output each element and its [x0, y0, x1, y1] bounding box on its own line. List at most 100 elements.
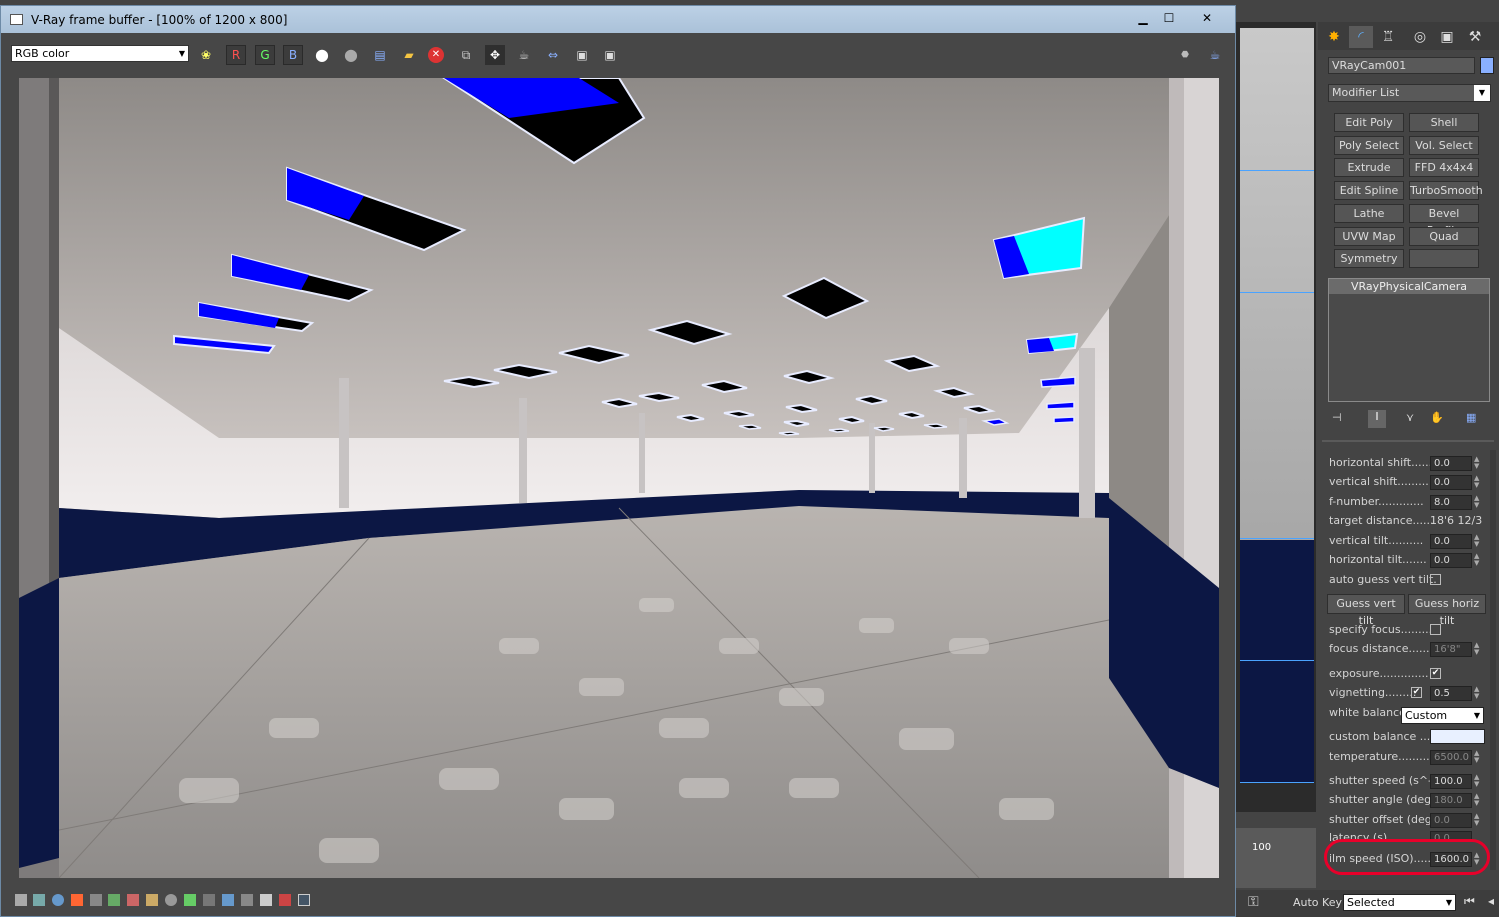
spinner-arrows-icon[interactable]: ▲ ▼	[1474, 813, 1484, 828]
horizontal-shift-input[interactable]: 0.0	[1430, 456, 1472, 471]
history-b-icon[interactable]: ▣	[600, 45, 620, 65]
stereo-icon[interactable]	[279, 894, 291, 906]
modifier-list-select[interactable]: Modifier List ▼	[1328, 84, 1491, 102]
panel-scrollbar[interactable]	[1490, 450, 1496, 870]
minimize-icon[interactable]: ▁	[1130, 9, 1156, 27]
create-tab-icon[interactable]: ✸	[1322, 26, 1346, 48]
vertical-shift-input[interactable]: 0.0	[1430, 475, 1472, 490]
color-channels-icon[interactable]: ❀	[196, 45, 216, 65]
icc-icon[interactable]	[241, 894, 253, 906]
guess-horiz-tilt-button[interactable]: Guess horiz tilt	[1408, 594, 1486, 627]
utilities-tab-icon[interactable]: ⚒	[1463, 26, 1487, 48]
lens-effects-icon[interactable]	[146, 894, 158, 906]
color-clamp-icon[interactable]	[71, 894, 83, 906]
horizontal-tilt-input[interactable]: 0.0	[1430, 553, 1472, 568]
pin-stack-icon[interactable]: ⊣	[1332, 411, 1342, 424]
link-to-render-icon[interactable]: ⇔	[543, 45, 563, 65]
alpha-channel-icon[interactable]: ●	[312, 45, 332, 65]
display-tab-icon[interactable]: ▣	[1435, 26, 1459, 48]
show-corrections-icon[interactable]	[15, 894, 27, 906]
mod-quad-chamfer-button[interactable]: Quad Chamfer	[1409, 227, 1479, 260]
render-image[interactable]	[19, 78, 1219, 878]
specify-focus-checkbox[interactable]	[1430, 624, 1441, 635]
spinner-arrows-icon[interactable]: ▲ ▼	[1474, 456, 1484, 471]
stop-render-icon[interactable]: ⬣	[1175, 45, 1195, 65]
mod-shell-button[interactable]: Shell	[1409, 113, 1479, 132]
pixel-info-icon[interactable]	[52, 894, 64, 906]
modifier-stack-item[interactable]: VRayPhysicalCamera	[1329, 279, 1489, 294]
temperature-input[interactable]: 6500.0	[1430, 750, 1472, 765]
spinner-arrows-icon[interactable]: ▲ ▼	[1474, 534, 1484, 549]
background-image-icon[interactable]	[184, 894, 196, 906]
spinner-arrows-icon[interactable]: ▲ ▼	[1474, 793, 1484, 808]
auto-key-button[interactable]: Auto Key	[1293, 896, 1342, 909]
spinner-arrows-icon[interactable]: ▲ ▼	[1474, 774, 1484, 789]
spinner-arrows-icon[interactable]: ▲ ▼	[1474, 495, 1484, 510]
render-region-icon[interactable]: ☕	[514, 45, 534, 65]
mod-extrude-button[interactable]: Extrude	[1334, 158, 1404, 177]
spinner-arrows-icon[interactable]: ▲ ▼	[1474, 686, 1484, 701]
duplicate-to-max-fb-icon[interactable]: ⧉	[456, 45, 476, 65]
color-balance-icon[interactable]	[127, 894, 139, 906]
track-mouse-icon[interactable]: ✥	[485, 45, 505, 65]
exposure-checkbox[interactable]: ✔	[1430, 668, 1441, 679]
red-channel-button[interactable]: R	[226, 45, 246, 65]
monochrome-icon[interactable]: ●	[341, 45, 361, 65]
shutter-offset-input[interactable]: 0.0	[1430, 813, 1472, 828]
mod-bevel-profile-button[interactable]: Bevel Profile	[1409, 204, 1479, 237]
load-image-icon[interactable]: ▰	[399, 45, 419, 65]
curves-icon[interactable]	[108, 894, 120, 906]
vignetting-input[interactable]: 0.5	[1430, 686, 1472, 701]
channel-select[interactable]: RGB color ▼	[11, 45, 189, 62]
mod-uvw-map-button[interactable]: UVW Map	[1334, 227, 1404, 246]
auto-guess-checkbox[interactable]	[1430, 574, 1441, 585]
shutter-speed-input[interactable]: 100.0	[1430, 774, 1472, 789]
history-a-icon[interactable]: ▣	[572, 45, 592, 65]
prev-frame-icon[interactable]: ◂	[1488, 894, 1494, 908]
object-color-swatch[interactable]	[1480, 57, 1494, 74]
make-unique-icon[interactable]: ⋎	[1406, 411, 1414, 424]
mod-vol-select-button[interactable]: Vol. Select	[1409, 136, 1479, 155]
green-channel-button[interactable]: G	[255, 45, 275, 65]
ocio-icon[interactable]	[222, 894, 234, 906]
maximize-icon[interactable]: ☐	[1156, 9, 1182, 27]
vfb-title-bar[interactable]: V-Ray frame buffer - [100% of 1200 x 800…	[1, 6, 1235, 33]
goto-start-icon[interactable]: ⏮	[1464, 894, 1475, 909]
close-icon[interactable]: ✕	[1185, 9, 1229, 27]
mod-ffd-button[interactable]: FFD 4x4x4	[1409, 158, 1479, 177]
modify-tab-icon[interactable]: ◜	[1349, 26, 1373, 48]
render-teapot-icon[interactable]: ☕	[1205, 45, 1225, 65]
f-number-input[interactable]: 8.0	[1430, 495, 1472, 510]
hierarchy-tab-icon[interactable]: ♖	[1376, 26, 1400, 48]
focus-distance-input[interactable]: 16'8"	[1430, 642, 1472, 657]
shutter-angle-input[interactable]: 180.0	[1430, 793, 1472, 808]
show-end-result-icon[interactable]: I	[1368, 410, 1386, 428]
object-name-field[interactable]: VRayCam001	[1328, 57, 1475, 74]
guess-vert-tilt-button[interactable]: Guess vert tilt	[1327, 594, 1405, 627]
custom-balance-swatch[interactable]	[1430, 729, 1485, 744]
levels-icon[interactable]	[33, 894, 45, 906]
mod-turbosmooth-button[interactable]: TurboSmooth	[1409, 181, 1483, 200]
motion-tab-icon[interactable]: ◎	[1408, 26, 1432, 48]
mod-edit-spline-button[interactable]: Edit Spline	[1334, 181, 1404, 200]
lut-icon[interactable]	[203, 894, 215, 906]
time-slider[interactable]	[1236, 828, 1316, 888]
blue-channel-button[interactable]: B	[283, 45, 303, 65]
exposure-icon[interactable]	[165, 894, 177, 906]
clear-image-icon[interactable]: ✕	[428, 47, 444, 63]
white-balance-select[interactable]: Custom ▼	[1401, 707, 1484, 724]
compare-icon[interactable]	[260, 894, 272, 906]
modifier-stack[interactable]: VRayPhysicalCamera	[1328, 278, 1490, 402]
key-mode-select[interactable]: Selected ▼	[1343, 894, 1456, 911]
mod-lathe-button[interactable]: Lathe	[1334, 204, 1404, 223]
spinner-arrows-icon[interactable]: ▲ ▼	[1474, 553, 1484, 568]
mod-empty-button[interactable]	[1409, 249, 1479, 268]
configure-sets-icon[interactable]: ▦	[1466, 411, 1476, 424]
spinner-arrows-icon[interactable]: ▲ ▼	[1474, 475, 1484, 490]
remove-modifier-icon[interactable]: ✋	[1430, 411, 1444, 424]
key-icon[interactable]: ⚿	[1248, 894, 1259, 910]
spinner-arrows-icon[interactable]: ▲ ▼	[1474, 642, 1484, 657]
save-image-icon[interactable]: ▤	[370, 45, 390, 65]
spinner-arrows-icon[interactable]: ▲ ▼	[1474, 750, 1484, 765]
settings-icon[interactable]	[298, 894, 310, 906]
